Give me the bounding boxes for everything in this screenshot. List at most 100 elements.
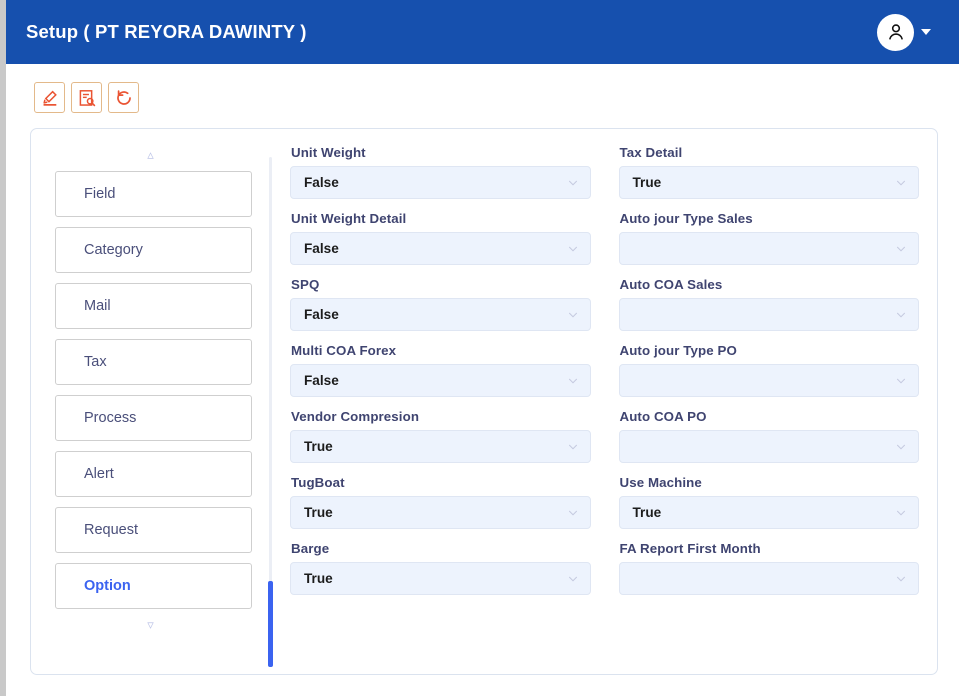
- spq-select[interactable]: False: [290, 298, 591, 331]
- sidebar-item-label: Alert: [84, 466, 114, 482]
- fa-report-first-month-select[interactable]: [618, 562, 919, 595]
- chevron-down-icon: ▿: [147, 617, 154, 633]
- settings-sidebar: ▵ Field Category Mail Tax Process Alert …: [31, 129, 270, 676]
- avatar[interactable]: [877, 13, 914, 51]
- sidebar-scroll-up[interactable]: ▵: [31, 139, 270, 171]
- select-value: True: [304, 505, 333, 520]
- chevron-down-icon: [568, 246, 577, 251]
- chevron-down-icon: [568, 510, 577, 515]
- app-window: Setup ( PT REYORA DAWINTY ) ▵ Field Cate…: [6, 0, 959, 696]
- auto-jour-type-sales-select[interactable]: [618, 232, 919, 265]
- field-auto-jour-type-po: Auto jour Type PO: [618, 343, 919, 397]
- select-value: False: [304, 241, 339, 256]
- chevron-down-icon: [897, 576, 905, 581]
- unit-weight-select[interactable]: False: [290, 166, 591, 199]
- chevron-up-icon: ▵: [147, 147, 154, 163]
- field-unit-weight: Unit Weight False: [290, 145, 591, 199]
- sidebar-scroll-down[interactable]: ▿: [31, 609, 270, 641]
- field-label: Auto COA Sales: [619, 277, 723, 292]
- sidebar-item-label: Tax: [84, 354, 107, 370]
- field-auto-coa-sales: Auto COA Sales: [618, 277, 919, 331]
- auto-coa-sales-select[interactable]: [618, 298, 919, 331]
- select-value: True: [304, 439, 333, 454]
- field-label: Vendor Compresion: [291, 409, 420, 424]
- field-vendor-compresion: Vendor Compresion True: [290, 409, 591, 463]
- field-label: Tax Detail: [619, 145, 683, 160]
- field-unit-weight-detail: Unit Weight Detail False: [290, 211, 591, 265]
- select-value: False: [304, 373, 339, 388]
- multi-coa-forex-select[interactable]: False: [290, 364, 591, 397]
- field-use-machine: Use Machine True: [618, 475, 919, 529]
- barge-select[interactable]: True: [290, 562, 591, 595]
- field-label: Unit Weight: [291, 145, 366, 160]
- form-column-left: Unit Weight False Unit Weight Detail Fal…: [290, 145, 591, 607]
- auto-coa-po-select[interactable]: [618, 430, 919, 463]
- user-menu[interactable]: [877, 13, 931, 51]
- sidebar-item-label: Mail: [84, 298, 111, 314]
- field-label: Auto jour Type PO: [619, 343, 737, 358]
- field-label: FA Report First Month: [619, 541, 761, 556]
- tax-detail-select[interactable]: True: [618, 166, 919, 199]
- select-value: True: [632, 505, 662, 520]
- sidebar-item-process[interactable]: Process: [55, 395, 252, 441]
- chevron-down-icon: [897, 510, 905, 515]
- sidebar-item-category[interactable]: Category: [55, 227, 252, 273]
- field-label: Multi COA Forex: [291, 343, 397, 358]
- auto-jour-type-po-select[interactable]: [618, 364, 919, 397]
- sidebar-item-tax[interactable]: Tax: [55, 339, 252, 385]
- field-label: Barge: [291, 541, 330, 556]
- chevron-down-icon: [568, 378, 577, 383]
- select-value: False: [304, 175, 339, 190]
- toolbar: [34, 82, 139, 113]
- field-tax-detail: Tax Detail True: [618, 145, 919, 199]
- vendor-compresion-select[interactable]: True: [290, 430, 591, 463]
- chevron-down-icon: [568, 576, 577, 581]
- form-column-right: Tax Detail True Auto jour Type Sales Aut…: [618, 145, 919, 607]
- field-multi-coa-forex: Multi COA Forex False: [290, 343, 591, 397]
- use-machine-select[interactable]: True: [618, 496, 919, 529]
- select-value: False: [304, 307, 339, 322]
- field-label: Use Machine: [619, 475, 702, 490]
- chevron-down-icon: [897, 312, 905, 317]
- sidebar-item-list: Field Category Mail Tax Process Alert Re…: [31, 171, 270, 609]
- sidebar-item-alert[interactable]: Alert: [55, 451, 252, 497]
- unit-weight-detail-select[interactable]: False: [290, 232, 591, 265]
- page-title: Setup ( PT REYORA DAWINTY ): [26, 21, 307, 42]
- caret-down-icon[interactable]: [921, 29, 931, 35]
- chevron-down-icon: [568, 180, 577, 185]
- sidebar-scrollbar-thumb[interactable]: [268, 581, 273, 667]
- view-detail-button[interactable]: [71, 82, 102, 113]
- refresh-button[interactable]: [108, 82, 139, 113]
- field-label: TugBoat: [291, 475, 345, 490]
- field-label: Auto jour Type Sales: [619, 211, 753, 226]
- field-label: Unit Weight Detail: [291, 211, 407, 226]
- chevron-down-icon: [897, 180, 905, 185]
- sidebar-item-option[interactable]: Option: [55, 563, 252, 609]
- tugboat-select[interactable]: True: [290, 496, 591, 529]
- sidebar-item-request[interactable]: Request: [55, 507, 252, 553]
- pencil-edit-icon: [42, 90, 57, 106]
- chevron-down-icon: [897, 246, 905, 251]
- sidebar-item-label: Request: [84, 522, 139, 538]
- field-barge: Barge True: [290, 541, 591, 595]
- field-label: Auto COA PO: [619, 409, 707, 424]
- sidebar-scrollbar-track[interactable]: [269, 157, 272, 649]
- chevron-down-icon: [897, 444, 905, 449]
- document-search-icon: [79, 89, 95, 106]
- field-tugboat: TugBoat True: [290, 475, 591, 529]
- sidebar-item-field[interactable]: Field: [55, 171, 252, 217]
- sidebar-item-label: Category: [84, 242, 143, 258]
- sidebar-item-mail[interactable]: Mail: [55, 283, 252, 329]
- field-auto-coa-po: Auto COA PO: [618, 409, 919, 463]
- chevron-down-icon: [568, 312, 577, 317]
- field-label: SPQ: [291, 277, 320, 292]
- chevron-down-icon: [897, 378, 905, 383]
- options-form: Unit Weight False Unit Weight Detail Fal…: [290, 145, 919, 607]
- sidebar-item-label: Field: [84, 186, 116, 202]
- chevron-down-icon: [568, 444, 577, 449]
- edit-button[interactable]: [34, 82, 65, 113]
- select-value: True: [304, 571, 333, 586]
- sidebar-item-label: Process: [84, 410, 137, 426]
- main-content-card: ▵ Field Category Mail Tax Process Alert …: [30, 128, 938, 675]
- field-fa-report-first-month: FA Report First Month: [618, 541, 919, 595]
